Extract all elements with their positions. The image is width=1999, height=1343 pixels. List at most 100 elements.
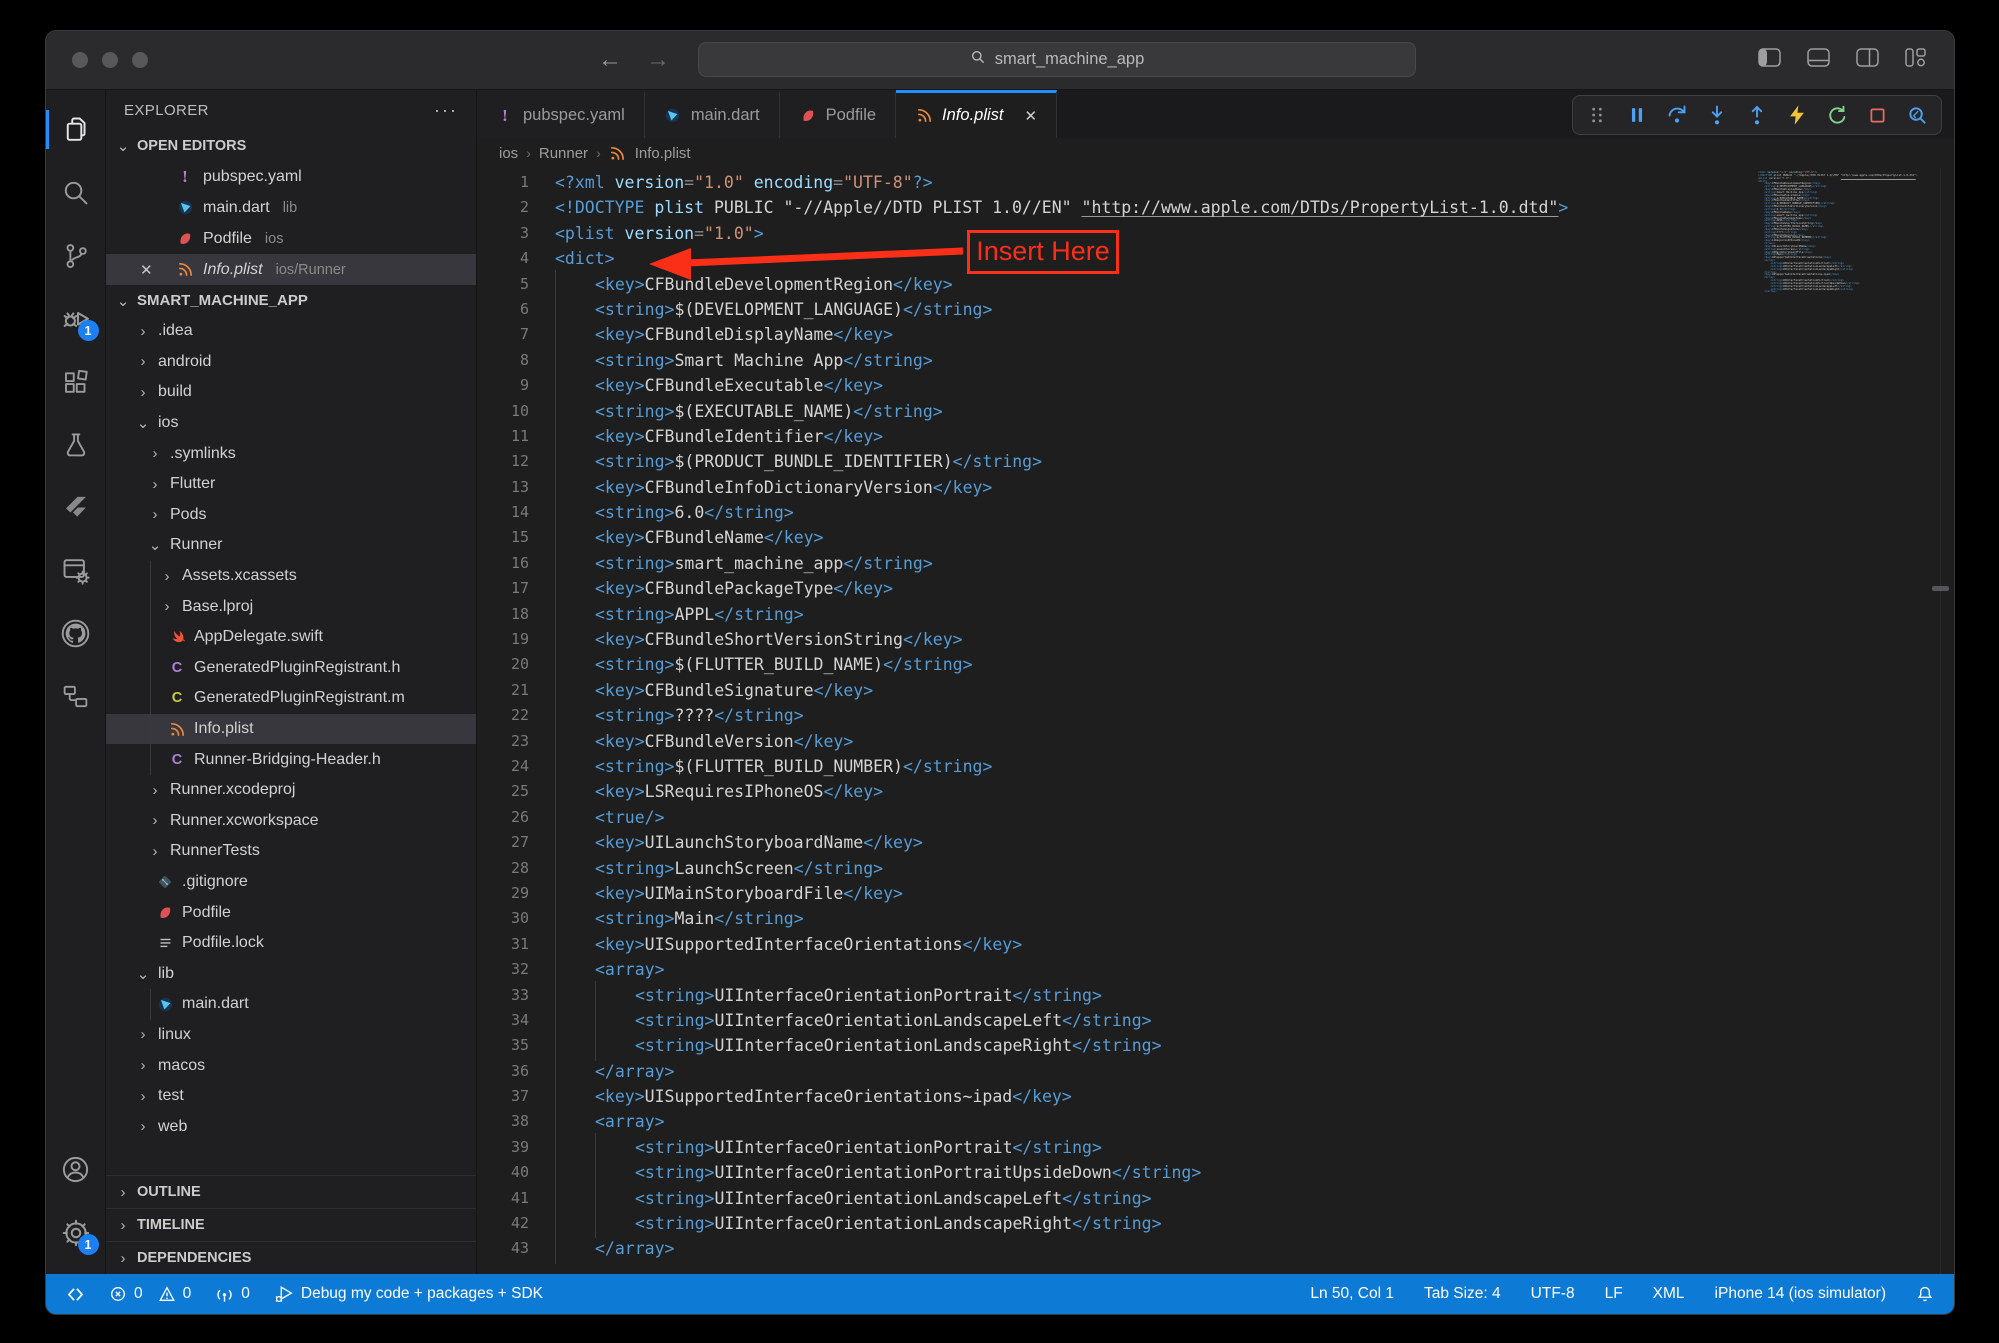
project-gear-icon[interactable] bbox=[46, 539, 106, 602]
step-out-icon[interactable] bbox=[1745, 103, 1769, 127]
code-line[interactable]: 17<key>CFBundlePackageType</key> bbox=[477, 576, 1954, 601]
stop-icon[interactable] bbox=[1865, 103, 1889, 127]
code-line[interactable]: 35<string>UIInterfaceOrientationLandscap… bbox=[477, 1033, 1954, 1058]
code-line[interactable]: 42<string>UIInterfaceOrientationLandscap… bbox=[477, 1211, 1954, 1236]
hot-reload-icon[interactable] bbox=[1785, 103, 1809, 127]
restart-icon[interactable] bbox=[1825, 103, 1849, 127]
notifications-bell-icon[interactable] bbox=[1916, 1285, 1934, 1303]
code-line[interactable]: 24<string>$(FLUTTER_BUILD_NUMBER)</strin… bbox=[477, 754, 1954, 779]
code-line[interactable]: 43</array> bbox=[477, 1236, 1954, 1261]
code-editor[interactable]: 1<?xml version="1.0" encoding="UTF-8"?>2… bbox=[477, 168, 1954, 1274]
code-line[interactable]: 16<string>smart_machine_app</string> bbox=[477, 551, 1954, 576]
code-line[interactable]: 21<key>CFBundleSignature</key> bbox=[477, 678, 1954, 703]
pause-icon[interactable] bbox=[1625, 103, 1649, 127]
open-editor-item[interactable]: main.dartlib bbox=[106, 192, 476, 223]
code-line[interactable]: 10<string>$(EXECUTABLE_NAME)</string> bbox=[477, 399, 1954, 424]
outline-section-header[interactable]: › OUTLINE bbox=[106, 1175, 476, 1208]
ports-indicator[interactable]: 0 bbox=[215, 1285, 250, 1304]
toggle-sidebar-icon[interactable] bbox=[1758, 48, 1781, 72]
tree-item[interactable]: CGeneratedPluginRegistrant.m bbox=[106, 683, 476, 714]
encoding[interactable]: UTF-8 bbox=[1531, 1285, 1575, 1303]
code-line[interactable]: 31<key>UISupportedInterfaceOrientations<… bbox=[477, 932, 1954, 957]
code-line[interactable]: 32<array> bbox=[477, 957, 1954, 982]
step-into-icon[interactable] bbox=[1705, 103, 1729, 127]
tree-item[interactable]: .gitignore bbox=[106, 867, 476, 898]
toggle-panel-icon[interactable] bbox=[1807, 48, 1830, 72]
open-editor-item[interactable]: Podfileios bbox=[106, 223, 476, 254]
code-line[interactable]: 28<string>LaunchScreen</string> bbox=[477, 856, 1954, 881]
command-center-search[interactable]: smart_machine_app bbox=[698, 42, 1416, 77]
eol[interactable]: LF bbox=[1605, 1285, 1623, 1303]
code-line[interactable]: 18<string>APPL</string> bbox=[477, 602, 1954, 627]
tab-size[interactable]: Tab Size: 4 bbox=[1424, 1285, 1501, 1303]
dependencies-section-header[interactable]: › DEPENDENCIES bbox=[106, 1241, 476, 1274]
tree-item[interactable]: ›.idea bbox=[106, 316, 476, 347]
code-line[interactable]: 8<string>Smart Machine App</string> bbox=[477, 348, 1954, 373]
code-line[interactable]: 27<key>UILaunchStoryboardName</key> bbox=[477, 830, 1954, 855]
code-line[interactable]: 13<key>CFBundleInfoDictionaryVersion</ke… bbox=[477, 475, 1954, 500]
drag-handle-icon[interactable] bbox=[1585, 103, 1609, 127]
open-editor-item[interactable]: !pubspec.yaml bbox=[106, 161, 476, 192]
tree-item[interactable]: ›Flutter bbox=[106, 469, 476, 500]
tree-item[interactable]: CRunner-Bridging-Header.h bbox=[106, 744, 476, 775]
references-icon[interactable] bbox=[46, 665, 106, 728]
github-icon[interactable] bbox=[46, 602, 106, 665]
tree-item[interactable]: ›Base.lproj bbox=[106, 591, 476, 622]
customize-layout-icon[interactable] bbox=[1905, 48, 1926, 72]
code-line[interactable]: 40<string>UIInterfaceOrientationPortrait… bbox=[477, 1160, 1954, 1185]
close-editor-icon[interactable]: ✕ bbox=[140, 261, 153, 279]
tree-item[interactable]: ›Runner.xcworkspace bbox=[106, 806, 476, 837]
tab-podfile[interactable]: Podfile bbox=[780, 90, 896, 138]
extensions-icon[interactable] bbox=[46, 350, 106, 413]
search-icon[interactable] bbox=[46, 161, 106, 224]
code-line[interactable]: 22<string>????</string> bbox=[477, 703, 1954, 728]
tab-info-plist[interactable]: Info.plist✕ bbox=[896, 90, 1057, 138]
tree-item[interactable]: ›Assets.xcassets bbox=[106, 561, 476, 592]
inspector-icon[interactable] bbox=[1905, 103, 1929, 127]
code-line[interactable]: 1<?xml version="1.0" encoding="UTF-8"?> bbox=[477, 170, 1954, 195]
code-line[interactable]: 12<string>$(PRODUCT_BUNDLE_IDENTIFIER)</… bbox=[477, 449, 1954, 474]
settings-icon[interactable]: 1 bbox=[46, 1201, 106, 1264]
problems-indicator[interactable]: 0 0 bbox=[109, 1285, 191, 1303]
tab-pubspec-yaml[interactable]: !pubspec.yaml bbox=[477, 90, 645, 138]
code-line[interactable]: 11<key>CFBundleIdentifier</key> bbox=[477, 424, 1954, 449]
flutter-icon[interactable] bbox=[46, 476, 106, 539]
close-window-button[interactable] bbox=[72, 52, 88, 68]
tab-main-dart[interactable]: main.dart bbox=[645, 90, 780, 138]
tree-item[interactable]: Podfile.lock bbox=[106, 928, 476, 959]
breadcrumb-info-plist[interactable]: Info.plist bbox=[635, 145, 691, 162]
code-line[interactable]: 6<string>$(DEVELOPMENT_LANGUAGE)</string… bbox=[477, 297, 1954, 322]
code-line[interactable]: 33<string>UIInterfaceOrientationPortrait… bbox=[477, 983, 1954, 1008]
code-line[interactable]: 29<key>UIMainStoryboardFile</key> bbox=[477, 881, 1954, 906]
code-line[interactable]: 9<key>CFBundleExecutable</key> bbox=[477, 373, 1954, 398]
code-line[interactable]: 25<key>LSRequiresIPhoneOS</key> bbox=[477, 779, 1954, 804]
tree-item[interactable]: ⌄Runner bbox=[106, 530, 476, 561]
tree-item[interactable]: AppDelegate.swift bbox=[106, 622, 476, 653]
code-line[interactable]: 15<key>CFBundleName</key> bbox=[477, 525, 1954, 550]
code-line[interactable]: 14<string>6.0</string> bbox=[477, 500, 1954, 525]
code-line[interactable]: 2<!DOCTYPE plist PUBLIC "-//Apple//DTD P… bbox=[477, 195, 1954, 220]
project-section-header[interactable]: ⌄ SMART_MACHINE_APP bbox=[106, 285, 476, 316]
cursor-position[interactable]: Ln 50, Col 1 bbox=[1310, 1285, 1394, 1303]
tree-item[interactable]: ›build bbox=[106, 377, 476, 408]
tree-item[interactable]: ⌄lib bbox=[106, 958, 476, 989]
tree-item[interactable]: ›RunnerTests bbox=[106, 836, 476, 867]
history-forward-button[interactable]: → bbox=[646, 48, 670, 72]
tree-item[interactable]: ›linux bbox=[106, 1020, 476, 1051]
code-line[interactable]: 34<string>UIInterfaceOrientationLandscap… bbox=[477, 1008, 1954, 1033]
code-line[interactable]: 30<string>Main</string> bbox=[477, 906, 1954, 931]
language-mode[interactable]: XML bbox=[1653, 1285, 1685, 1303]
device-selector[interactable]: iPhone 14 (ios simulator) bbox=[1715, 1285, 1886, 1303]
open-editor-item[interactable]: ✕Info.plistios/Runner bbox=[106, 254, 476, 285]
minimize-window-button[interactable] bbox=[102, 52, 118, 68]
tree-item[interactable]: ›Runner.xcodeproj bbox=[106, 775, 476, 806]
code-line[interactable]: 38<array> bbox=[477, 1109, 1954, 1134]
tree-item[interactable]: CGeneratedPluginRegistrant.h bbox=[106, 653, 476, 684]
open-editors-section-header[interactable]: ⌄ OPEN EDITORS bbox=[106, 130, 476, 161]
code-line[interactable]: 41<string>UIInterfaceOrientationLandscap… bbox=[477, 1186, 1954, 1211]
testing-icon[interactable] bbox=[46, 413, 106, 476]
code-line[interactable]: 23<key>CFBundleVersion</key> bbox=[477, 729, 1954, 754]
breadcrumb-ios[interactable]: ios bbox=[499, 145, 518, 162]
tree-item[interactable]: ›Pods bbox=[106, 500, 476, 531]
tree-item[interactable]: ›web bbox=[106, 1111, 476, 1142]
